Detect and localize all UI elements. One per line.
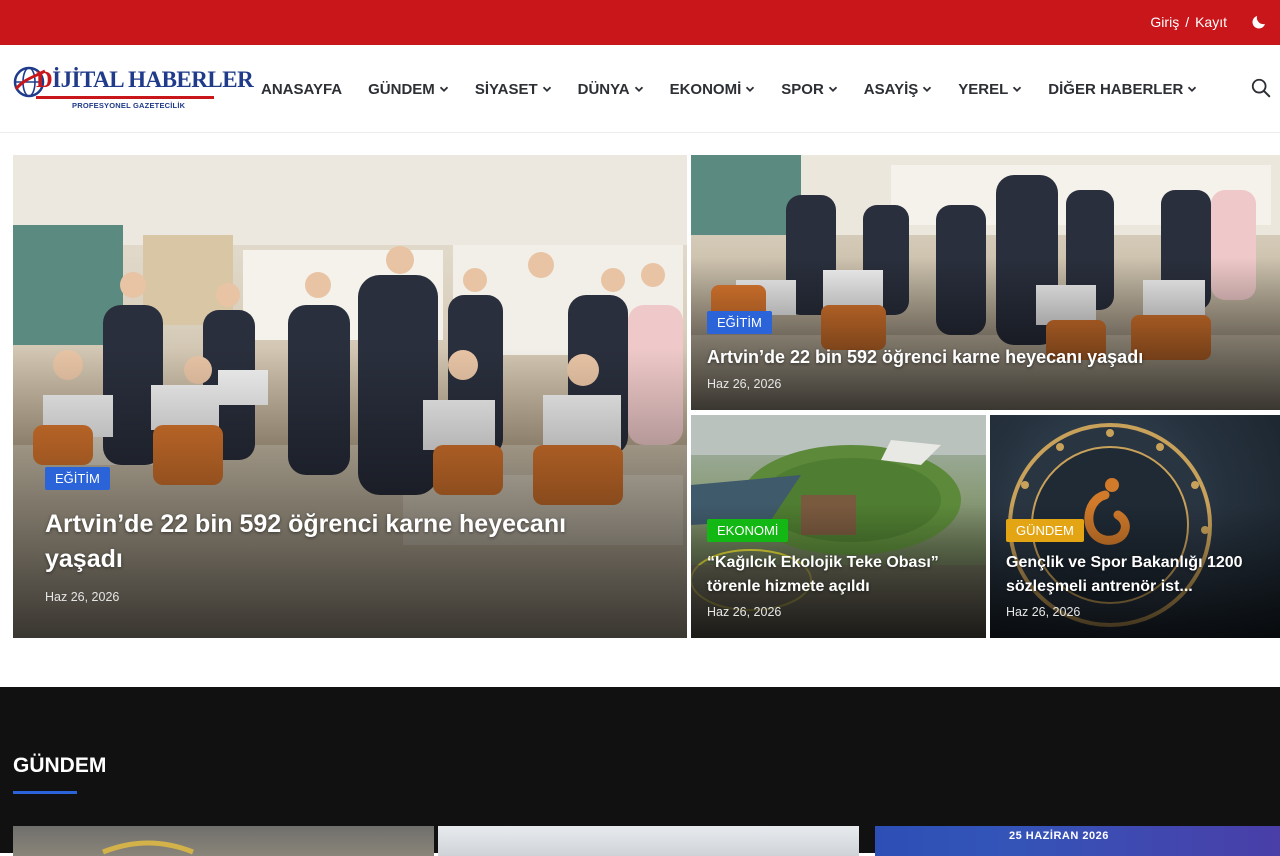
chevron-down-icon (923, 86, 932, 92)
nav-label: DÜNYA (577, 80, 630, 98)
hero-bottom-right-card[interactable]: GÜNDEM Gençlik ve Spor Bakanlığı 1200 sö… (990, 415, 1280, 638)
nav-item-spor[interactable]: SPOR (768, 81, 851, 98)
chevron-down-icon (439, 86, 448, 92)
thumbnail-photo (102, 840, 194, 855)
register-link[interactable]: Kayıt (1195, 14, 1227, 30)
nav-item-ekonomi[interactable]: EKONOMİ (657, 81, 769, 98)
logo-brand-rest: İJİTAL HABERLER (52, 67, 254, 92)
site-header: DİJİTAL HABERLER PROFESYONEL GAZETECİLİK… (0, 45, 1280, 133)
nav-item-siyaset[interactable]: SİYASET (462, 81, 565, 98)
nav-label: EKONOMİ (669, 80, 742, 98)
logo-brand-first: D (36, 67, 53, 92)
nav-item-gundem[interactable]: GÜNDEM (355, 81, 462, 98)
article-date: Haz 26, 2026 (707, 605, 782, 619)
gundem-section: GÜNDEM 25 HAZİRAN 2026 (0, 687, 1280, 856)
nav-item-anasayfa[interactable]: ANASAYFA (248, 81, 355, 98)
logo-tagline: PROFESYONEL GAZETECİLİK (72, 101, 186, 110)
nav-item-yerel[interactable]: YEREL (945, 81, 1035, 98)
nav-item-asayis[interactable]: ASAYİŞ (851, 81, 945, 98)
article-thumbnail[interactable] (13, 826, 434, 856)
article-title[interactable]: “Kağılcık Ekolojik Teke Obası” törenle h… (707, 551, 977, 599)
search-icon[interactable] (1250, 77, 1272, 99)
category-badge[interactable]: EĞİTİM (45, 467, 110, 490)
article-date: Haz 26, 2026 (45, 590, 120, 604)
dark-mode-moon-icon[interactable] (1250, 13, 1268, 31)
chevron-down-icon (1013, 86, 1022, 92)
main-nav: ANASAYFA GÜNDEM SİYASET DÜNYA EKONOMİ SP… (248, 45, 1210, 133)
nav-label: YEREL (958, 80, 1009, 98)
nav-item-diger-haberler[interactable]: DİĞER HABERLER (1035, 81, 1210, 98)
nav-label: ANASAYFA (261, 80, 343, 98)
hero-top-right-card[interactable]: EĞİTİM Artvin’de 22 bin 592 öğrenci karn… (691, 155, 1280, 410)
chevron-down-icon (634, 86, 643, 92)
nav-label: SPOR (781, 80, 824, 98)
top-bar: Giriş / Kayıt (0, 0, 1280, 45)
chevron-down-icon (1188, 86, 1197, 92)
chevron-down-icon (542, 86, 551, 92)
article-title[interactable]: Artvin’de 22 bin 592 öğrenci karne heyec… (45, 507, 645, 577)
logo-brand-text: DİJİTAL HABERLER (36, 67, 254, 93)
chevron-down-icon (746, 86, 755, 92)
category-badge[interactable]: GÜNDEM (1006, 519, 1084, 542)
nav-label: GÜNDEM (368, 80, 435, 98)
category-badge[interactable]: EĞİTİM (707, 311, 772, 334)
category-badge[interactable]: EKONOMİ (707, 519, 789, 542)
logo-underline (36, 96, 214, 99)
auth-separator: / (1185, 14, 1190, 30)
nav-label: DİĞER HABERLER (1048, 80, 1184, 98)
article-thumbnail[interactable]: 25 HAZİRAN 2026 (875, 826, 1280, 856)
nav-label: SİYASET (474, 80, 538, 98)
section-title: GÜNDEM (13, 754, 107, 777)
section-title-underline (13, 791, 77, 794)
site-logo[interactable]: DİJİTAL HABERLER PROFESYONEL GAZETECİLİK (12, 63, 254, 113)
hero-main-card[interactable]: EĞİTİM Artvin’de 22 bin 592 öğrenci karn… (13, 155, 687, 638)
article-date: Haz 26, 2026 (707, 377, 782, 391)
article-date: Haz 26, 2026 (1006, 605, 1081, 619)
login-link[interactable]: Giriş (1150, 14, 1179, 30)
article-title[interactable]: Gençlik ve Spor Bakanlığı 1200 sözleşmel… (1006, 551, 1274, 599)
article-thumbnail[interactable] (438, 826, 859, 856)
thumbnail-date-text: 25 HAZİRAN 2026 (1009, 830, 1109, 842)
nav-label: ASAYİŞ (863, 80, 919, 98)
chevron-down-icon (828, 86, 837, 92)
article-title[interactable]: Artvin’de 22 bin 592 öğrenci karne heyec… (707, 345, 1267, 369)
nav-item-dunya[interactable]: DÜNYA (565, 81, 657, 98)
auth-links: Giriş / Kayıt (1150, 14, 1227, 30)
hero-bottom-left-card[interactable]: EKONOMİ “Kağılcık Ekolojik Teke Obası” t… (691, 415, 986, 638)
